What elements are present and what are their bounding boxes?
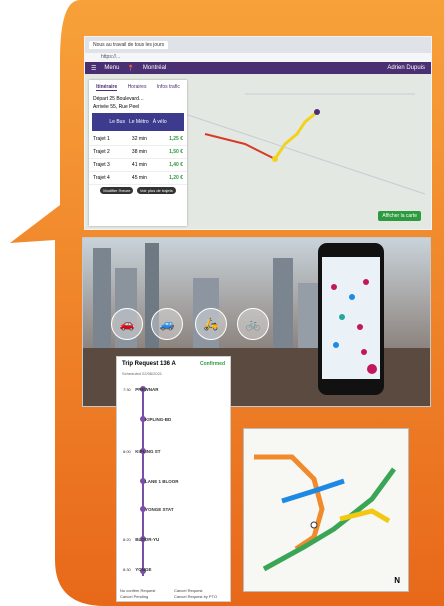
trip-title: Trip Request 136 A — [122, 361, 176, 367]
metro-map: N — [243, 428, 409, 592]
north-arrow-icon: N — [394, 576, 400, 585]
timeline-stop[interactable]: 8:20 BLOOR-YU — [123, 537, 159, 542]
metro-lines — [244, 429, 408, 591]
tab-itinerary[interactable]: Itinéraire — [96, 84, 118, 91]
legend-item: Cancel Pending — [120, 594, 149, 599]
user-name[interactable]: Adrien Dupuis — [387, 65, 425, 71]
app-header: ☰ Menu 📍 Montréal Adrien Dupuis — [85, 62, 431, 74]
result-row[interactable]: Trajet 4 45 min 1,20 € — [89, 172, 187, 185]
phone-map-markers — [322, 257, 380, 379]
origin-field[interactable]: Départ 25 Boulevard… — [89, 95, 187, 103]
trip-planner-screenshot: Nous au travail de tous les jours https:… — [84, 36, 432, 230]
browser-tabbar: Nous au travail de tous les jours — [85, 37, 431, 53]
result-row[interactable]: Trajet 2 38 min 1,50 € — [89, 146, 187, 159]
transport-mode-bar: Le Bus Le Métro À vélo — [92, 113, 184, 131]
bicycle-icon[interactable]: 🚲 — [237, 308, 269, 340]
result-row[interactable]: Trajet 3 41 min 1,40 € — [89, 159, 187, 172]
smartphone — [318, 243, 384, 395]
legend-item: Cancel Request by PTO — [174, 594, 218, 599]
legend-item: Cancel Request — [174, 588, 203, 593]
more-trips-button[interactable]: Voir plus de trajets — [136, 187, 176, 194]
timeline-stop[interactable]: 8:00 KIPLING ST — [123, 449, 161, 454]
itinerary-sidebar: Itinéraire Horaires Infos trafic Départ … — [89, 80, 187, 226]
car-icon[interactable]: 🚗 — [111, 308, 143, 340]
mode-metro[interactable]: Le Métro — [129, 119, 149, 125]
timeline-stop[interactable]: LANE 1 BLOOR — [145, 479, 179, 484]
browser-tab[interactable]: Nous au travail de tous les jours — [89, 41, 169, 49]
scooter-icon[interactable]: 🛵 — [195, 308, 227, 340]
tab-schedules[interactable]: Horaires — [128, 84, 147, 91]
location-label[interactable]: Montréal — [143, 65, 166, 71]
trip-legend: No confirm Request Cancel Request Cancel… — [120, 588, 227, 599]
trip-subtitle: Scheduled 22/08/2021 — [122, 371, 163, 376]
mode-bike[interactable]: À vélo — [153, 119, 167, 125]
timeline-stop[interactable]: 8:30 YONGE — [123, 567, 152, 572]
show-map-button[interactable]: Afficher la carte — [378, 211, 421, 221]
sedan-icon[interactable]: 🚙 — [151, 308, 183, 340]
trip-request-card: Trip Request 136 A Confirmed Scheduled 2… — [116, 356, 231, 602]
timeline-stop[interactable]: YONGE STAT — [145, 507, 174, 512]
browser-url-bar[interactable]: https://... — [85, 53, 431, 62]
timeline-stop[interactable]: 7:30 PREWNAR — [123, 387, 159, 392]
timeline-stop[interactable]: KIPLING-BD — [145, 417, 171, 422]
change-time-button[interactable]: Modifier l'heure — [100, 187, 134, 194]
location-pin-icon: 📍 — [127, 65, 135, 72]
status-badge: Confirmed — [200, 361, 225, 367]
legend-item: No confirm Request — [120, 588, 156, 593]
menu-label[interactable]: Menu — [104, 65, 119, 71]
mode-bus[interactable]: Le Bus — [109, 119, 125, 125]
menu-icon[interactable]: ☰ — [91, 65, 96, 72]
result-row[interactable]: Trajet 1 32 min 1,25 € — [89, 133, 187, 146]
destination-field[interactable]: Arrivée 55, Rue Peel — [89, 103, 187, 111]
phone-map-screen[interactable] — [322, 257, 380, 379]
tab-traffic[interactable]: Infos trafic — [157, 84, 180, 91]
